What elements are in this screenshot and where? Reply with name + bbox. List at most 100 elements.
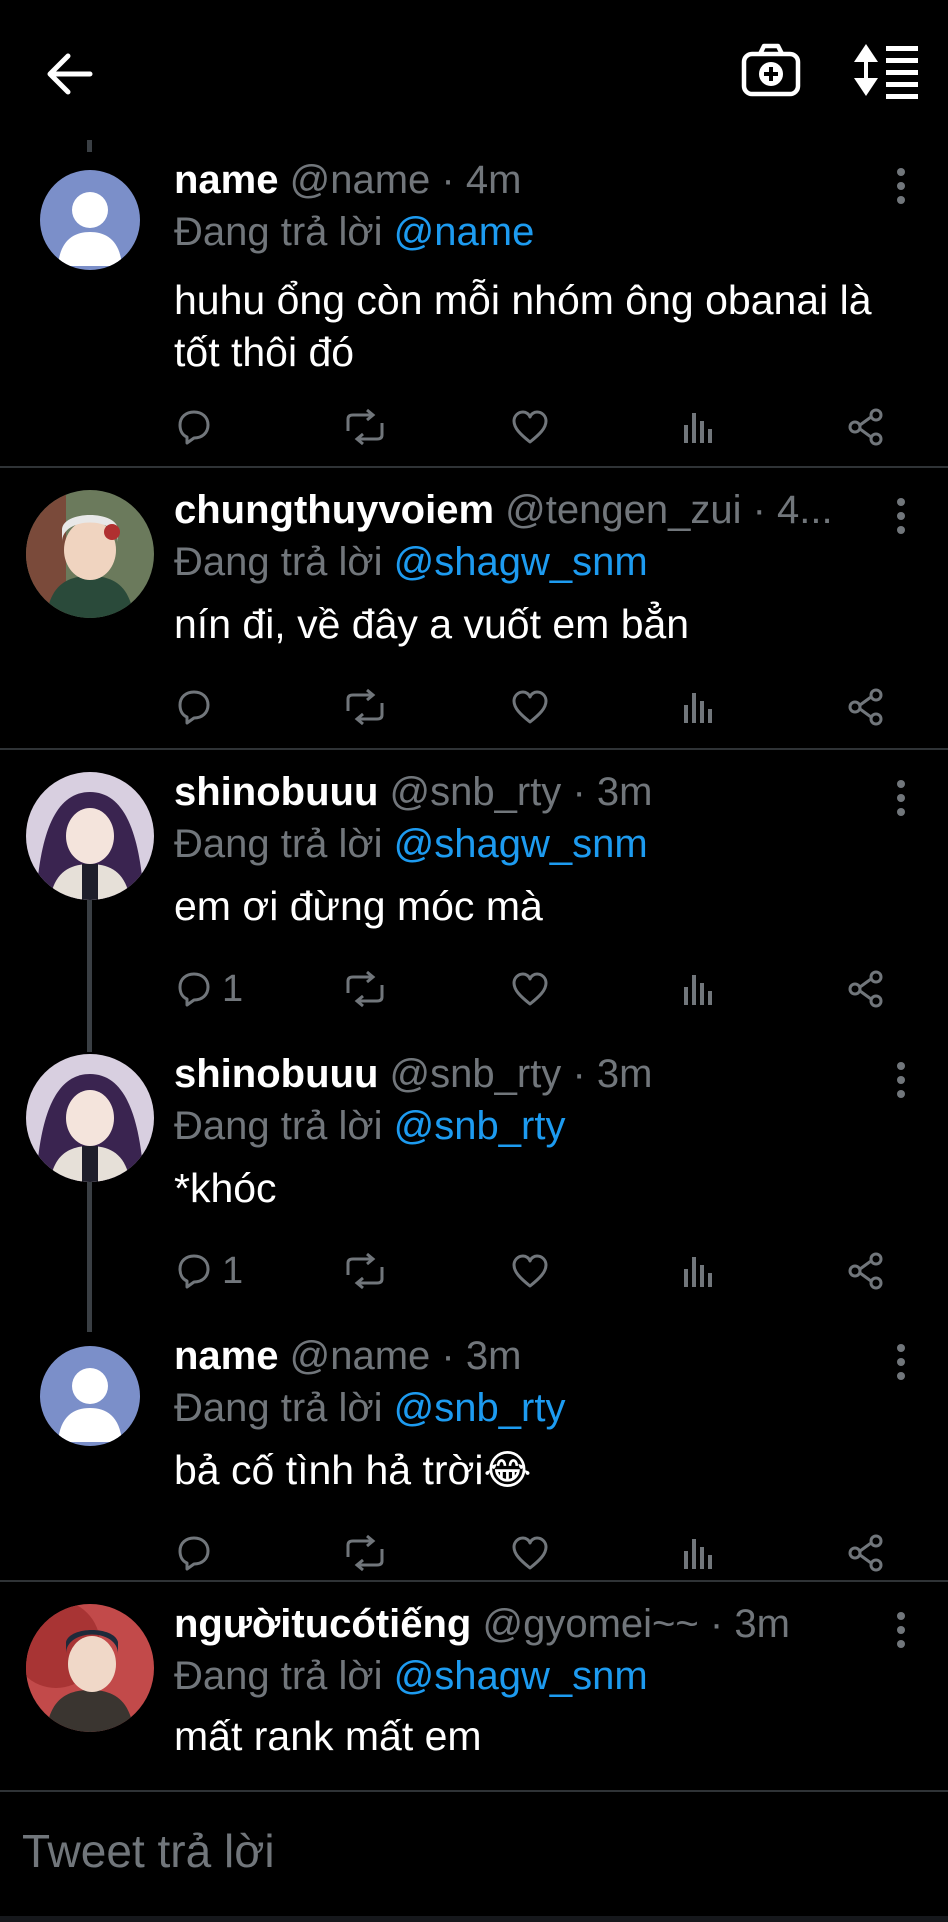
analytics-button[interactable] xyxy=(678,964,718,1014)
tweet-item[interactable]: shinobuuu @snb_rty · 3m Đang trả lời @sh… xyxy=(0,750,948,1034)
like-button[interactable] xyxy=(510,1246,550,1296)
handle[interactable]: @tengen_zui xyxy=(505,488,741,532)
tweet-text: bả cố tình hả trời😂 xyxy=(174,1447,532,1493)
camera-plus-icon[interactable] xyxy=(740,40,802,102)
avatar[interactable] xyxy=(26,1054,154,1182)
share-button[interactable] xyxy=(846,682,886,732)
mention-link[interactable]: @shagw_snm xyxy=(394,1654,648,1698)
avatar[interactable] xyxy=(26,772,154,900)
retweet-button[interactable] xyxy=(342,1528,388,1578)
timestamp: · 3m xyxy=(441,1334,522,1378)
share-button[interactable] xyxy=(846,1246,886,1296)
like-button[interactable] xyxy=(510,964,550,1014)
share-icon xyxy=(846,1533,886,1573)
avatar[interactable] xyxy=(40,170,140,270)
display-name[interactable]: name xyxy=(174,158,279,202)
reply-button[interactable] xyxy=(174,1528,222,1578)
mention-link[interactable]: @shagw_snm xyxy=(394,822,648,866)
sort-thread-icon[interactable] xyxy=(852,40,922,100)
heart-icon xyxy=(510,1251,550,1291)
avatar[interactable] xyxy=(26,1604,154,1732)
replies-feed[interactable]: name @name · 4m Đang trả lời @name huhu … xyxy=(0,140,948,1790)
mention-link[interactable]: @snb_rty xyxy=(394,1104,566,1148)
display-name[interactable]: shinobuuu xyxy=(174,770,378,814)
tweet-item[interactable]: name @name · 4m Đang trả lời @name huhu … xyxy=(0,140,948,468)
replying-to: Đang trả lời @shagw_snm xyxy=(174,538,648,586)
replying-to-label: Đang trả lời xyxy=(174,540,383,584)
reply-count: 1 xyxy=(222,1249,244,1292)
handle[interactable]: @name xyxy=(290,1334,431,1378)
thread-connector xyxy=(87,1034,92,1052)
tweet-header: shinobuuu @snb_rty · 3m xyxy=(174,768,878,816)
timestamp: · 4m xyxy=(441,158,522,202)
arrow-left-icon[interactable] xyxy=(40,44,100,104)
reply-icon xyxy=(174,1251,214,1291)
replying-to-label: Đang trả lời xyxy=(174,1654,383,1698)
tweet-header: name @name · 3m xyxy=(174,1332,878,1380)
top-bar xyxy=(0,0,948,140)
analytics-button[interactable] xyxy=(678,1246,718,1296)
heart-icon xyxy=(510,969,550,1009)
retweet-button[interactable] xyxy=(342,402,388,452)
handle[interactable]: @gyomei~~ xyxy=(483,1602,699,1646)
tweet-item[interactable]: ngườitucótiếng @gyomei~~ · 3m Đang trả l… xyxy=(0,1582,948,1790)
timestamp: · 3m xyxy=(572,770,653,814)
replying-to-label: Đang trả lời xyxy=(174,210,383,254)
retweet-button[interactable] xyxy=(342,1246,388,1296)
like-button[interactable] xyxy=(510,1528,550,1578)
tweet-item[interactable]: chungthuyvoiem @tengen_zui · 4... Đang t… xyxy=(0,468,948,750)
tweet-text: *khóc xyxy=(174,1165,277,1211)
tweet-text: huhu ổng còn mỗi nhóm ông obanai là tốt … xyxy=(174,277,872,375)
heart-icon xyxy=(510,687,550,727)
heart-icon xyxy=(510,407,550,447)
retweet-icon xyxy=(342,407,388,447)
display-name[interactable]: ngườitucótiếng xyxy=(174,1602,471,1646)
replying-to-label: Đang trả lời xyxy=(174,1386,383,1430)
reply-input-placeholder[interactable]: Tweet trả lời xyxy=(22,1824,275,1878)
reply-button[interactable]: 1 xyxy=(174,964,243,1014)
reply-icon xyxy=(174,1533,214,1573)
reply-button[interactable]: 1 xyxy=(174,1246,243,1296)
timestamp: · 4... xyxy=(752,488,833,532)
more-options-icon[interactable] xyxy=(894,1342,908,1382)
share-icon xyxy=(846,1251,886,1291)
mention-link[interactable]: @name xyxy=(394,210,535,254)
analytics-button[interactable] xyxy=(678,682,718,732)
display-name[interactable]: chungthuyvoiem xyxy=(174,488,494,532)
display-name[interactable]: shinobuuu xyxy=(174,1052,378,1096)
retweet-icon xyxy=(342,969,388,1009)
share-button[interactable] xyxy=(846,402,886,452)
analytics-icon xyxy=(678,969,718,1009)
analytics-button[interactable] xyxy=(678,1528,718,1578)
retweet-button[interactable] xyxy=(342,682,388,732)
avatar[interactable] xyxy=(40,1346,140,1446)
action-bar: 1 xyxy=(174,964,894,1014)
replying-to: Đang trả lời @snb_rty xyxy=(174,1102,565,1150)
avatar[interactable] xyxy=(26,490,154,618)
tweet-item[interactable]: shinobuuu @snb_rty · 3m Đang trả lời @sn… xyxy=(0,1034,948,1318)
reply-icon xyxy=(174,687,214,727)
handle[interactable]: @snb_rty xyxy=(390,770,562,814)
more-options-icon[interactable] xyxy=(894,496,908,536)
handle[interactable]: @name xyxy=(290,158,431,202)
more-options-icon[interactable] xyxy=(894,166,908,206)
tweet-item[interactable]: name @name · 3m Đang trả lời @snb_rty bả… xyxy=(0,1318,948,1582)
share-button[interactable] xyxy=(846,964,886,1014)
retweet-button[interactable] xyxy=(342,964,388,1014)
like-button[interactable] xyxy=(510,682,550,732)
reply-button[interactable] xyxy=(174,402,222,452)
reply-button[interactable] xyxy=(174,682,222,732)
mention-link[interactable]: @shagw_snm xyxy=(394,540,648,584)
share-button[interactable] xyxy=(846,1528,886,1578)
like-button[interactable] xyxy=(510,402,550,452)
handle[interactable]: @snb_rty xyxy=(390,1052,562,1096)
more-options-icon[interactable] xyxy=(894,778,908,818)
more-options-icon[interactable] xyxy=(894,1060,908,1100)
analytics-button[interactable] xyxy=(678,402,718,452)
analytics-icon xyxy=(678,1251,718,1291)
more-options-icon[interactable] xyxy=(894,1610,908,1650)
reply-composer[interactable]: Tweet trả lời xyxy=(0,1790,948,1922)
analytics-icon xyxy=(678,687,718,727)
mention-link[interactable]: @snb_rty xyxy=(394,1386,566,1430)
display-name[interactable]: name xyxy=(174,1334,279,1378)
